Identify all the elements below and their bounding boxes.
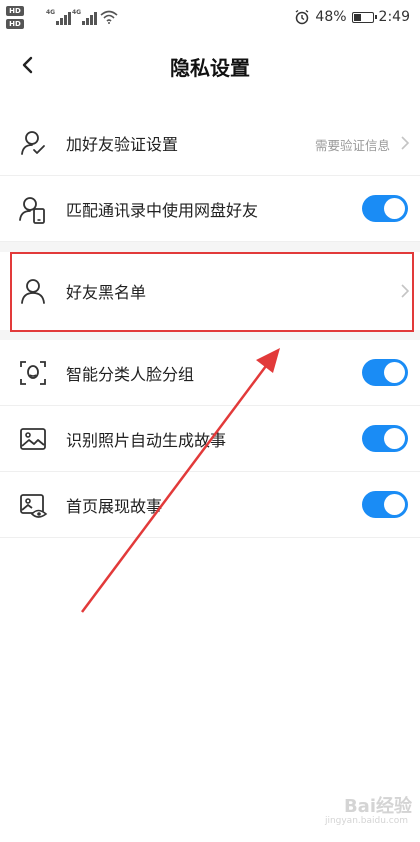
section-gap — [0, 242, 420, 252]
clock: 2:49 — [378, 9, 410, 25]
page-title: 隐私设置 — [170, 56, 250, 80]
status-left: HD HD 4G 4G — [6, 4, 126, 32]
settings-row-label: 智能分类人脸分组 — [66, 365, 195, 384]
hd-badge: HD — [6, 19, 24, 29]
settings-row-label: 匹配通讯录中使用网盘好友 — [66, 201, 259, 220]
signal-icon: 4G — [72, 9, 98, 25]
settings-row-match-contacts[interactable]: 匹配通讯录中使用网盘好友 — [0, 176, 420, 242]
divider — [0, 537, 420, 538]
status-bar: HD HD 4G 4G 48% 2:49 — [0, 0, 420, 36]
wifi-icon — [100, 10, 118, 24]
toggle-knob — [384, 198, 405, 219]
image-eye-icon — [20, 494, 48, 518]
battery-percent: 48% — [315, 9, 347, 25]
watermark-logo: Bai经验 jingyan.baidu.com — [302, 792, 412, 834]
signal-icon: 4G — [46, 9, 72, 25]
settings-row-value: 需要验证信息 — [314, 138, 390, 153]
contacts-phone-icon — [19, 197, 45, 224]
settings-row-friend-verification[interactable]: 加好友验证设置 需要验证信息 — [0, 110, 420, 176]
settings-row-homepage-stories[interactable]: 首页展现故事 — [0, 472, 420, 538]
toggle-knob — [384, 494, 405, 515]
highlight-box — [10, 252, 414, 332]
hd-badge: HD — [6, 6, 24, 16]
homepage-stories-toggle[interactable] — [362, 491, 408, 518]
header: 隐私设置 — [0, 36, 420, 96]
match-contacts-toggle[interactable] — [362, 195, 408, 222]
alarm-icon — [296, 9, 309, 25]
user-check-icon — [21, 131, 45, 155]
battery-fill — [353, 13, 362, 21]
watermark-brand: Bai经验 — [343, 796, 412, 817]
settings-row-face-grouping[interactable]: 智能分类人脸分组 — [0, 340, 420, 406]
toggle-knob — [384, 362, 405, 383]
settings-row-label: 识别照片自动生成故事 — [66, 431, 227, 450]
settings-row-label: 加好友验证设置 — [66, 135, 179, 154]
image-icon — [20, 428, 46, 450]
watermark-site: jingyan.baidu.com — [324, 816, 408, 826]
settings-row-photo-stories[interactable]: 识别照片自动生成故事 — [0, 406, 420, 472]
face-grouping-toggle[interactable] — [362, 359, 408, 386]
battery-icon — [351, 11, 377, 23]
face-scan-icon — [20, 361, 46, 385]
chevron-right-icon — [401, 136, 410, 150]
toggle-knob — [384, 428, 405, 449]
status-right: 48% 2:49 — [294, 6, 410, 28]
settings-row-label: 首页展现故事 — [66, 497, 163, 516]
photo-stories-toggle[interactable] — [362, 425, 408, 452]
